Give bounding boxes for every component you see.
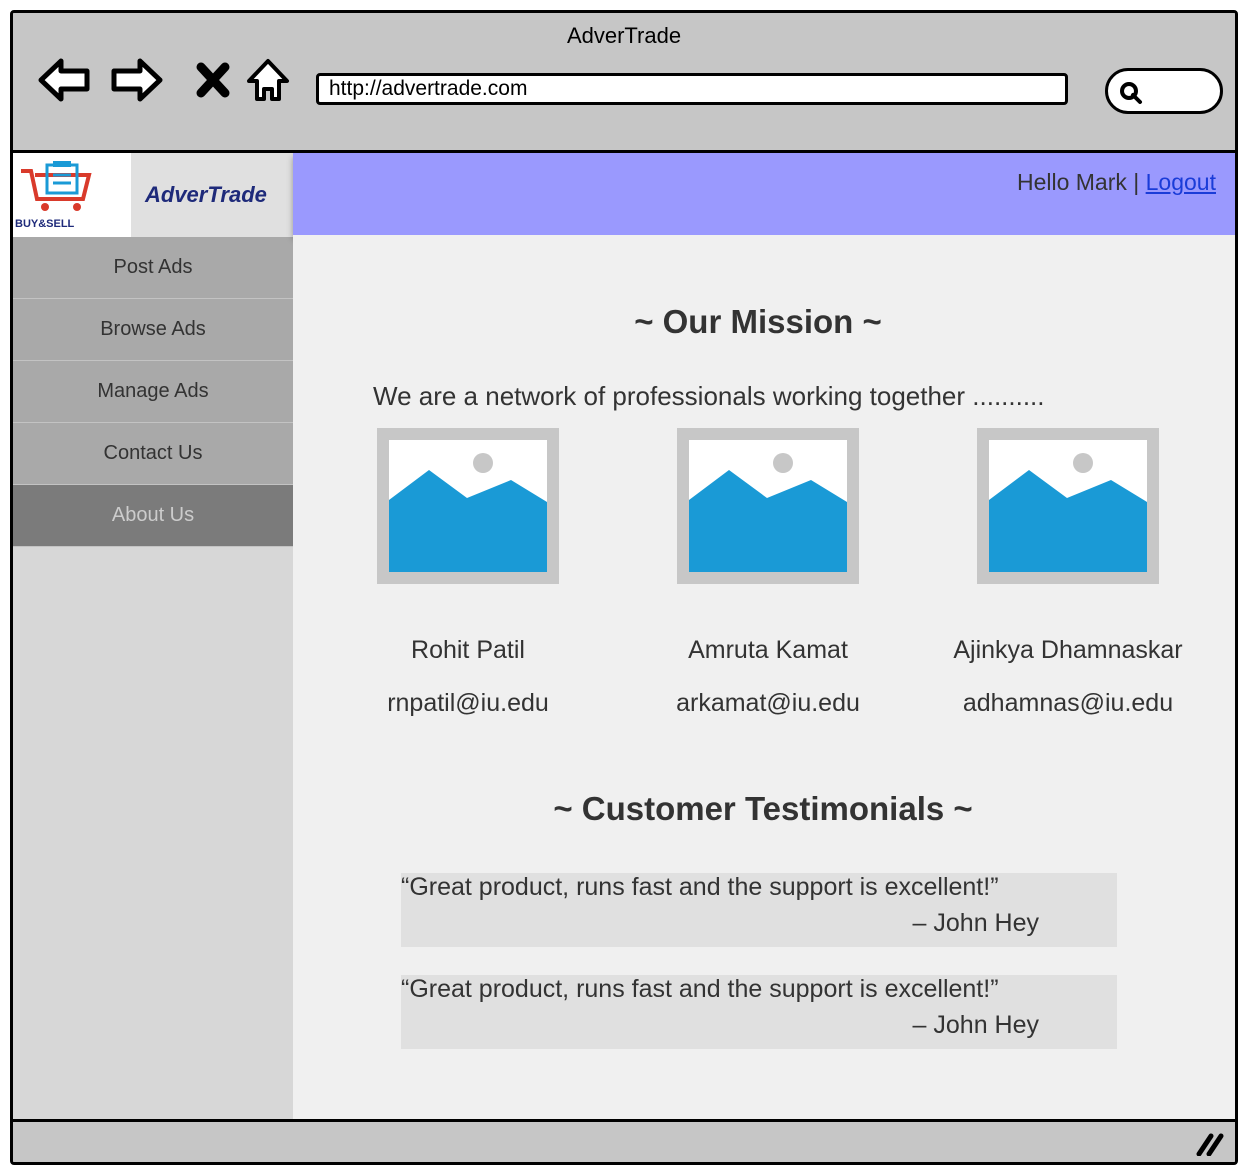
greeting-text: Hello Mark |: [1016, 169, 1140, 195]
mission-heading: ~ Our Mission ~: [634, 303, 882, 340]
close-icon[interactable]: [193, 55, 243, 105]
resize-grip-icon[interactable]: [1195, 1132, 1225, 1156]
team-member: Ajinkya Dhamnaskar adhamnas@iu.edu: [918, 428, 1218, 718]
testimonials-heading: ~ Customer Testimonials ~: [553, 790, 973, 827]
image-placeholder-icon: [377, 428, 559, 584]
window-title: AdverTrade: [566, 23, 682, 48]
member-email: arkamat@iu.edu: [676, 689, 860, 717]
testimonial-card: “Great product, runs fast and the suppor…: [401, 873, 1117, 947]
testimonial-quote: “Great product, runs fast and the suppor…: [401, 873, 999, 901]
member-email: rnpatil@iu.edu: [387, 689, 549, 717]
user-greeting: Hello Mark | Logout: [1017, 169, 1216, 196]
logout-link[interactable]: Logout: [1146, 169, 1216, 195]
url-input[interactable]: http://advertrade.com: [316, 73, 1068, 105]
search-input[interactable]: [1105, 68, 1223, 114]
testimonial-author: – John Hey: [912, 1011, 1039, 1039]
main-content: ~ Our Mission ~ We are a network of prof…: [293, 235, 1235, 1123]
sidebar-item-post-ads[interactable]: Post Ads: [13, 237, 293, 299]
search-icon: [1120, 82, 1142, 104]
top-header: Hello Mark | Logout: [293, 153, 1235, 235]
testimonial-author: – John Hey: [912, 909, 1039, 937]
member-name: Rohit Patil: [411, 636, 525, 664]
brand-name: AdverTrade: [131, 153, 293, 237]
back-arrow-icon[interactable]: [37, 55, 90, 105]
browser-toolbar: AdverTrade http://advertrade.com: [13, 13, 1235, 153]
sidebar-item-browse-ads[interactable]: Browse Ads: [13, 299, 293, 361]
member-name: Amruta Kamat: [688, 636, 848, 664]
sidebar: BUY&SELL AdverTrade Post Ads Browse Ads …: [13, 153, 293, 1123]
forward-arrow-icon[interactable]: [110, 55, 163, 105]
member-email: adhamnas@iu.edu: [962, 689, 1174, 717]
home-icon[interactable]: [245, 55, 295, 105]
mission-intro: We are a network of professionals workin…: [373, 381, 1045, 411]
image-placeholder-icon: [677, 428, 859, 584]
sidebar-item-contact-us[interactable]: Contact Us: [13, 423, 293, 485]
sidebar-item-manage-ads[interactable]: Manage Ads: [13, 361, 293, 423]
sidebar-menu: Post Ads Browse Ads Manage Ads Contact U…: [13, 237, 293, 547]
status-bar: [13, 1119, 1235, 1162]
logo-area: BUY&SELL AdverTrade: [13, 153, 293, 237]
testimonial-quote: “Great product, runs fast and the suppor…: [401, 975, 999, 1003]
browser-window: AdverTrade http://advertrade.com BUY&SEL…: [10, 10, 1238, 1165]
team-member: Rohit Patil rnpatil@iu.edu: [318, 428, 618, 718]
member-name: Ajinkya Dhamnaskar: [953, 636, 1183, 664]
logo-text: BUY&SELL: [15, 218, 75, 230]
team-member: Amruta Kamat arkamat@iu.edu: [618, 428, 918, 718]
image-placeholder-icon: [977, 428, 1159, 584]
buy-sell-logo: BUY&SELL: [13, 153, 131, 237]
sidebar-item-about-us[interactable]: About Us: [13, 485, 293, 547]
testimonial-card: “Great product, runs fast and the suppor…: [401, 975, 1117, 1049]
